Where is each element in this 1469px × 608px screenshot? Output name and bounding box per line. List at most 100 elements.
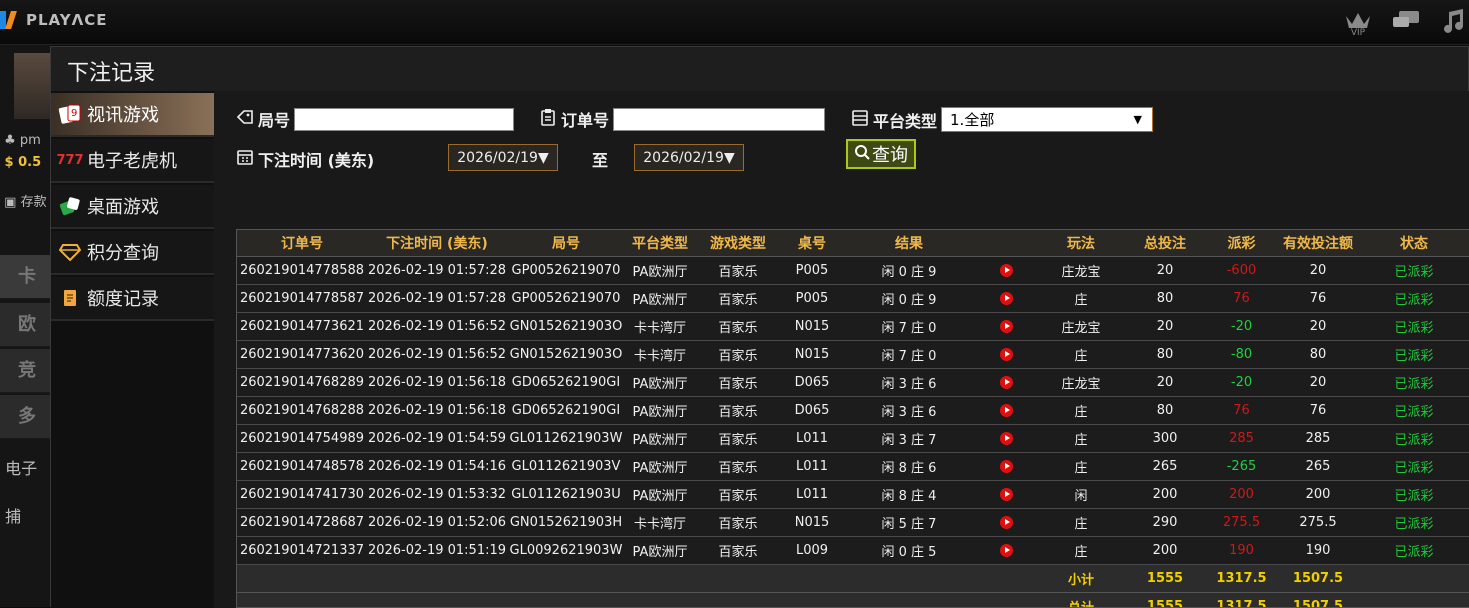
play-icon <box>1000 432 1013 445</box>
replay-button[interactable] <box>975 397 1037 425</box>
subtotal-payout: 1317.5 <box>1205 565 1278 593</box>
platform-cell: PA欧洲厅 <box>625 257 695 285</box>
date-to-value: 2026/02/19 <box>643 150 724 166</box>
round-id-cell: GL0092621903W <box>507 537 625 565</box>
table-no-cell: N015 <box>781 341 843 369</box>
game-type-cell: 百家乐 <box>695 313 781 341</box>
lobby-background: ♣ pm $ 0.5 ▣ 存款 卡卡 欧洲 竞 多 电子 捕 <box>0 45 50 607</box>
replay-button[interactable] <box>975 425 1037 453</box>
table-row: 2602190147485782026-02-19 01:54:16GL0112… <box>237 453 1469 481</box>
table-no-cell: L009 <box>781 537 843 565</box>
vip-icon[interactable]: VIP <box>1343 6 1373 36</box>
table-no-cell: N015 <box>781 313 843 341</box>
replay-button[interactable] <box>975 257 1037 285</box>
sidebar: 9 视讯游戏 777 电子老虎机 桌面游戏 积分查询 额度记录 <box>51 91 214 608</box>
date-to[interactable]: 2026/02/19▼ <box>634 144 744 171</box>
date-to-field[interactable]: 2026/02/19▼ <box>634 144 744 171</box>
replay-button[interactable] <box>975 313 1037 341</box>
replay-button[interactable] <box>975 509 1037 537</box>
result-cell: 闲 8 庄 4 <box>843 481 975 509</box>
logo-mark-icon <box>0 9 20 31</box>
lobby-user-name: pm <box>20 133 41 148</box>
replay-button[interactable] <box>975 341 1037 369</box>
blank-cell <box>1358 593 1469 608</box>
lobby-bottom-2-label: 捕 <box>5 507 21 526</box>
sidebar-item-credit-records[interactable]: 额度记录 <box>51 277 214 321</box>
status-cell: 已派彩 <box>1358 425 1469 453</box>
lobby-item-2[interactable]: 欧洲 <box>0 303 50 347</box>
lobby-deposit[interactable]: ▣ 存款 <box>0 191 50 210</box>
order-id-cell: 260219014741730 <box>237 481 367 509</box>
col-header: 结果 <box>843 230 975 257</box>
platform-label-text: 平台类型 <box>873 108 937 132</box>
replay-button[interactable] <box>975 453 1037 481</box>
blank-cell <box>237 593 1037 608</box>
play-icon <box>1000 292 1013 305</box>
status-cell: 已派彩 <box>1358 537 1469 565</box>
game-type-cell: 百家乐 <box>695 369 781 397</box>
lobby-item-4[interactable]: 多 <box>0 395 50 439</box>
replay-button[interactable] <box>975 537 1037 565</box>
game-type-cell: 百家乐 <box>695 397 781 425</box>
game-type-cell: 百家乐 <box>695 537 781 565</box>
date-from[interactable]: 2026/02/19▼ <box>448 144 558 171</box>
play-type-cell: 庄龙宝 <box>1037 369 1125 397</box>
sidebar-item-live-games[interactable]: 9 视讯游戏 <box>51 93 214 137</box>
valid-bet-cell: 80 <box>1278 341 1358 369</box>
table-row: 2602190147417302026-02-19 01:53:32GL0112… <box>237 481 1469 509</box>
chat-icon[interactable] <box>1391 6 1421 36</box>
total-bet-cell: 200 <box>1125 481 1205 509</box>
total-bet-cell: 20 <box>1125 369 1205 397</box>
order-id-cell: 260219014728687 <box>237 509 367 537</box>
bet-time-cell: 2026-02-19 01:53:32 <box>367 481 507 509</box>
valid-bet-cell: 265 <box>1278 453 1358 481</box>
sidebar-item-points[interactable]: 积分查询 <box>51 231 214 275</box>
replay-button[interactable] <box>975 369 1037 397</box>
query-row: 查询 <box>846 139 916 169</box>
bet-record-modal: 下注记录 9 视讯游戏 777 电子老虎机 桌面游戏 积分查询 <box>50 46 1469 607</box>
lobby-item-3[interactable]: 竞 <box>0 349 50 393</box>
platform-cell: 卡卡湾厅 <box>625 313 695 341</box>
query-button-label: 查询 <box>872 141 908 167</box>
records-table: 订单号 下注时间 (美东) 局号 平台类型 游戏类型 桌号 结果 玩法 总投注 … <box>237 230 1469 608</box>
query-button[interactable]: 查询 <box>846 139 916 169</box>
table-no-cell: P005 <box>781 285 843 313</box>
order-input[interactable] <box>613 108 825 131</box>
platform-select[interactable]: 1.全部 ▼ <box>941 107 1153 132</box>
lobby-bottom-2[interactable]: 捕 <box>0 503 50 527</box>
lobby-deposit-label: 存款 <box>21 195 47 210</box>
play-icon <box>1000 376 1013 389</box>
avatar <box>14 53 54 119</box>
col-header <box>975 230 1037 257</box>
replay-button[interactable] <box>975 285 1037 313</box>
replay-button[interactable] <box>975 481 1037 509</box>
total-total-bet: 1555 <box>1125 593 1205 608</box>
chevron-down-icon: ▼ <box>1134 113 1142 126</box>
diamond-icon <box>57 241 83 263</box>
table-no-cell: D065 <box>781 369 843 397</box>
sidebar-item-table-games[interactable]: 桌面游戏 <box>51 185 214 229</box>
round-id-cell: GN0152621903O <box>507 313 625 341</box>
result-cell: 闲 7 庄 0 <box>843 313 975 341</box>
round-label-text: 局号 <box>258 107 290 131</box>
status-cell: 已派彩 <box>1358 481 1469 509</box>
blank-cell <box>1358 565 1469 593</box>
payout-cell: -265 <box>1205 453 1278 481</box>
music-icon[interactable] <box>1439 6 1469 36</box>
col-header: 有效投注额 <box>1278 230 1358 257</box>
valid-bet-cell: 20 <box>1278 257 1358 285</box>
play-icon <box>1000 264 1013 277</box>
round-input[interactable] <box>294 108 514 131</box>
lobby-item-1[interactable]: 卡卡 <box>0 255 50 299</box>
play-icon <box>1000 488 1013 501</box>
lobby-bottom-1[interactable]: 电子 <box>0 455 50 479</box>
logo: PLAYΛCE <box>0 8 107 32</box>
platform-cell: PA欧洲厅 <box>625 285 695 313</box>
play-type-cell: 庄龙宝 <box>1037 257 1125 285</box>
blank-cell <box>237 565 1037 593</box>
date-from-field[interactable]: 2026/02/19▼ <box>448 144 558 171</box>
sidebar-item-slots[interactable]: 777 电子老虎机 <box>51 139 214 183</box>
platform-cell: PA欧洲厅 <box>625 537 695 565</box>
bet-time-cell: 2026-02-19 01:52:06 <box>367 509 507 537</box>
round-id-cell: GD065262190GI <box>507 369 625 397</box>
